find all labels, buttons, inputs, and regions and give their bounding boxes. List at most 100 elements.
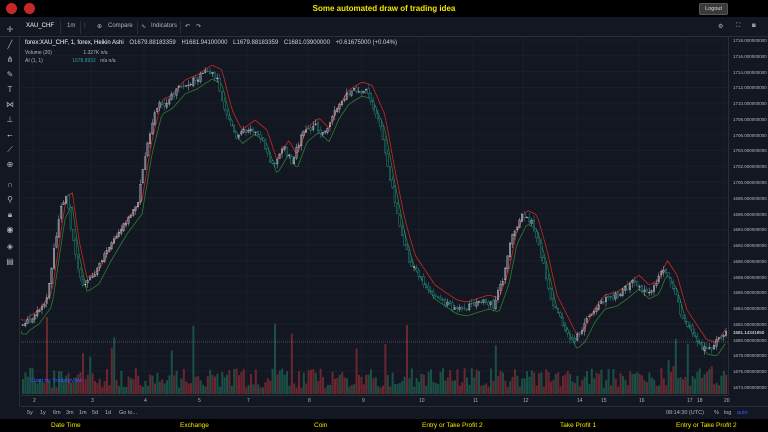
redo-icon[interactable]: ↷: [196, 23, 201, 30]
interval-button[interactable]: 1m: [67, 23, 75, 29]
layers-icon[interactable]: ◈: [5, 242, 15, 252]
brush-icon[interactable]: ✎: [5, 70, 15, 80]
price-tick-label: 1698.000000000: [733, 195, 767, 201]
prediction-icon[interactable]: ⊥: [5, 115, 15, 125]
auto-toggle[interactable]: auto: [737, 410, 748, 416]
range-5d[interactable]: 5d: [92, 410, 98, 416]
trendline-icon[interactable]: ╱: [5, 40, 15, 50]
ruler-icon[interactable]: ⟋: [5, 145, 15, 155]
price-tick-label: 1700.000000000: [733, 179, 767, 185]
ai-na: n/a n/a: [100, 58, 116, 64]
volume-label[interactable]: Volume (20): [25, 50, 52, 56]
price-tick-label: 1704.000000000: [733, 148, 767, 154]
arrow-back-icon[interactable]: ←: [5, 130, 15, 140]
range-6m[interactable]: 6m: [53, 410, 61, 416]
chart-toolbar: XAU_CHF 1m ⫶ ⊕ Compare ∿ Indicators ↶ ↷ …: [0, 18, 768, 37]
bottom-bar: 5y 1y 6m 3m 1m 5d 1d Go to... 08:14:30 (…: [21, 406, 768, 418]
price-tick-label: 1714.000000000: [733, 69, 767, 75]
footer-tp1: Take Profit 1: [560, 422, 597, 429]
toolbar-divider: [80, 21, 81, 34]
magnet-icon[interactable]: ∩: [5, 180, 15, 190]
indicators-icon[interactable]: ∿: [141, 23, 146, 30]
symbol-search[interactable]: XAU_CHF: [26, 23, 54, 29]
indicators-button[interactable]: Indicators: [151, 23, 177, 29]
zoom-icon[interactable]: ⊕: [5, 160, 15, 170]
camera-icon[interactable]: ◙: [752, 23, 756, 29]
volume-legend: Volume (20) 1.327K n/a: [25, 50, 108, 56]
price-axis[interactable]: 1718.000000000 1716.000000000 1714.0000000…: [728, 37, 768, 395]
price-tick-label: 1692.000000000: [733, 243, 767, 249]
compare-icon[interactable]: ⊕: [97, 23, 102, 30]
price-tick-label: 1694.000000000: [733, 227, 767, 233]
legend-open: O1679.88183359: [129, 40, 176, 46]
measure-icon[interactable]: ⚲: [5, 195, 15, 205]
lock-icon[interactable]: 🔒︎: [5, 210, 15, 220]
time-tick-label: 8: [308, 398, 311, 404]
range-1m[interactable]: 1m: [79, 410, 87, 416]
price-tick-label: 1680.000000000: [733, 337, 767, 343]
range-5y[interactable]: 5y: [27, 410, 33, 416]
tradingview-watermark[interactable]: Chart by TradingView: [30, 378, 82, 384]
text-icon[interactable]: T: [5, 85, 15, 95]
trash-icon[interactable]: ▤: [5, 257, 15, 267]
footer-entry-tp2: Entry or Take Profit 2: [422, 422, 483, 429]
time-tick-label: 14: [577, 398, 583, 404]
time-tick-label: 15: [601, 398, 607, 404]
time-axis[interactable]: 2 3 4 5 7 8 9 10 11 12 14 15 16 17 18 20: [21, 395, 730, 405]
logout-button[interactable]: Logout: [699, 3, 728, 15]
legend-symbol[interactable]: forex:XAU_CHF, 1, forex, Heikin Ashi: [25, 40, 124, 46]
footer-entry-tp2-b: Entry or Take Profit 2: [676, 422, 737, 429]
clock: 08:14:30 (UTC): [666, 410, 704, 416]
time-tick-label: 10: [419, 398, 425, 404]
chart-style-icon[interactable]: ⫶: [84, 23, 86, 30]
log-toggle[interactable]: log: [724, 410, 731, 416]
ma-green-line: [21, 78, 726, 357]
footer-coin: Coin: [314, 422, 328, 429]
price-tick-label: 1706.000000000: [733, 132, 767, 138]
goto-button[interactable]: Go to...: [119, 410, 137, 416]
footer-bar: Date Time Exchange Coin Entry or Take Pr…: [0, 419, 768, 432]
drawing-toolbar: ✛ ╱ ⋔ ✎ T ⋈ ⊥ ← ⟋ ⊕ ∩ ⚲ 🔒︎ ◉ ◈ ▤: [0, 25, 20, 407]
range-1y[interactable]: 1y: [40, 410, 46, 416]
settings-icon[interactable]: ⚙: [718, 23, 723, 30]
price-tick-label: 1688.000000000: [733, 274, 767, 280]
price-tick-label: 1684.000000000: [733, 306, 767, 312]
ai-label[interactable]: AI (1, 1): [25, 58, 43, 64]
price-tick-label: 1686.000000000: [733, 290, 767, 296]
compare-button[interactable]: Compare: [108, 23, 133, 29]
volume-value: 1.327K n/a: [83, 50, 108, 56]
legend-change: +0.61675000 (+0.04%): [335, 40, 397, 46]
candlesticks: [21, 67, 728, 355]
fullscreen-icon[interactable]: ⛶: [736, 23, 740, 30]
price-tick-label: 1718.000000000: [733, 38, 767, 43]
ai-value: 1678.8932: [72, 58, 96, 64]
toolbar-divider: [137, 21, 138, 34]
chart-legend: forex:XAU_CHF, 1, forex, Heikin Ashi O16…: [25, 40, 397, 46]
time-tick-label: 11: [473, 398, 479, 404]
price-tick-label: 1696.000000000: [733, 211, 767, 217]
toolbar-divider: [180, 21, 181, 34]
eye-icon[interactable]: ◉: [5, 225, 15, 235]
time-tick-label: 9: [362, 398, 365, 404]
price-tick-label: 1674.000000000: [733, 385, 767, 390]
page-title: Some automated draw of trading idea: [312, 4, 456, 13]
price-tick-label: 1690.000000000: [733, 258, 767, 264]
footer-exchange: Exchange: [180, 422, 209, 429]
undo-icon[interactable]: ↶: [185, 23, 190, 30]
percent-toggle[interactable]: %: [714, 410, 719, 416]
price-tick-label: 1702.000000000: [733, 164, 767, 170]
range-1d[interactable]: 1d: [105, 410, 111, 416]
pitchfork-icon[interactable]: ⋔: [5, 55, 15, 65]
crosshair-icon[interactable]: ✛: [5, 25, 15, 35]
time-tick-label: 7: [247, 398, 250, 404]
time-tick-label: 5: [198, 398, 201, 404]
price-tick-label: 1676.000000000: [733, 369, 767, 375]
price-chart[interactable]: [21, 37, 728, 395]
price-tick-label: 1678.000000000: [733, 353, 767, 359]
time-tick-label: 12: [523, 398, 529, 404]
ai-legend: AI (1, 1) 1678.8932 n/a n/a: [25, 58, 116, 64]
time-tick-label: 2: [33, 398, 36, 404]
pattern-icon[interactable]: ⋈: [5, 100, 15, 110]
range-3m[interactable]: 3m: [66, 410, 74, 416]
price-tick-label: 1682.000000000: [733, 321, 767, 327]
